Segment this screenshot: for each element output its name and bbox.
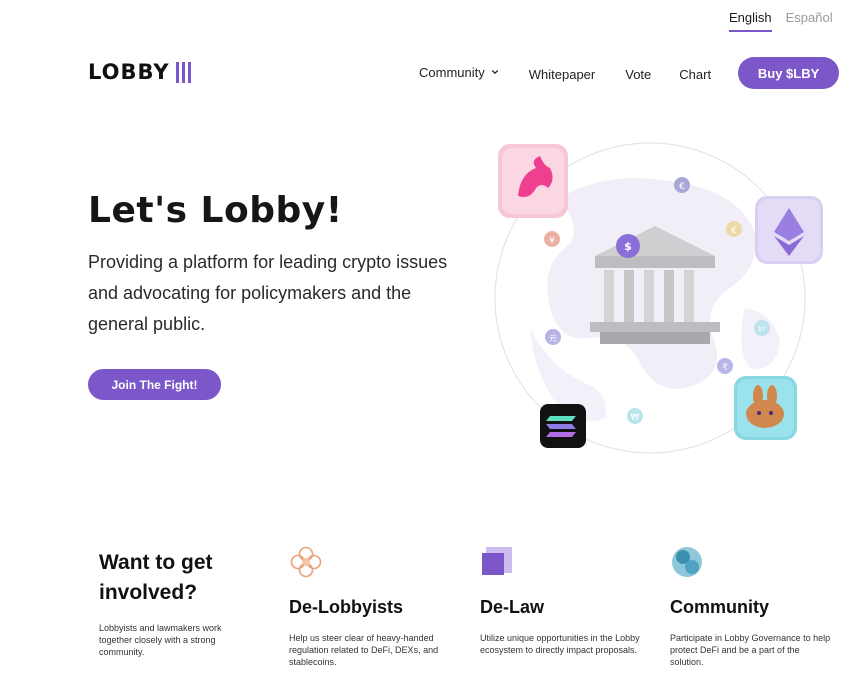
uniswap-icon [498,144,568,218]
feature-title: Community [670,597,769,617]
euro-gold-coin-icon: € [726,221,742,237]
feature-description: Help us steer clear of heavy-handed regu… [289,633,439,667]
buy-lby-button[interactable]: Buy $LBY [738,57,840,89]
svg-text:€: € [731,226,737,236]
involved-title: Want to get involved? [99,551,213,604]
krone-coin-icon: kr [754,320,770,336]
language-espanol[interactable]: Español [786,10,833,32]
flower-icon [290,546,322,578]
stacked-squares-icon [482,547,512,575]
nav-community[interactable]: Community [419,65,499,80]
main-nav: Community Whitepaper Vote Chart Buy $LBY [419,57,840,89]
svg-text:₩: ₩ [631,413,640,423]
dollar-coin-icon: $ [616,234,640,258]
svg-text:$: $ [624,240,632,253]
involved-description: Lobbyists and lawmakers work together cl… [99,623,222,657]
svg-text:₹: ₹ [722,363,728,373]
language-english[interactable]: English [729,10,772,32]
svg-text:¥: ¥ [549,236,555,246]
yuan-coin-icon: 元 [545,329,561,345]
nav-whitepaper[interactable]: Whitepaper [529,67,595,82]
hero-subtitle: Providing a platform for leading crypto … [88,252,448,334]
nav-community-label: Community [419,64,485,80]
solana-icon [540,404,586,448]
feature-description: Participate in Lobby Governance to help … [670,633,831,667]
feature-description: Utilize unique opportunities in the Lobb… [480,633,640,655]
svg-text:€: € [679,182,685,192]
logo-text: LOBBY [88,60,170,84]
euro-coin-icon: € [674,177,690,193]
rupee-coin-icon: ₹ [717,358,733,374]
feature-de-law: De-Law Utilize unique opportunities in t… [480,545,645,656]
chevron-down-icon [491,69,499,75]
feature-de-lobbyists: De-Lobbyists Help us steer clear of heav… [289,545,454,668]
won-coin-icon: ₩ [627,408,643,424]
pancakeswap-icon [734,376,797,440]
logo[interactable]: LOBBY [88,60,191,84]
nav-vote[interactable]: Vote [625,67,651,82]
language-switcher: English Español [729,10,833,32]
svg-text:元: 元 [549,334,557,343]
feature-title: De-Lobbyists [289,597,404,617]
logo-bars-icon [175,61,191,83]
nav-chart[interactable]: Chart [679,67,711,82]
feature-community: Community Participate in Lobby Governanc… [670,545,835,668]
feature-title: De-Law [480,597,545,617]
join-the-fight-button[interactable]: Join The Fight! [88,369,221,400]
hero-illustration: $ € ¥ € kr 元 ₹ ₩ [494,142,823,454]
hero-title: Let's Lobby! [88,190,343,231]
yen-coin-icon: ¥ [544,231,560,247]
svg-text:kr: kr [759,325,766,333]
ethereum-icon [755,196,823,264]
bubbles-icon [672,547,702,577]
